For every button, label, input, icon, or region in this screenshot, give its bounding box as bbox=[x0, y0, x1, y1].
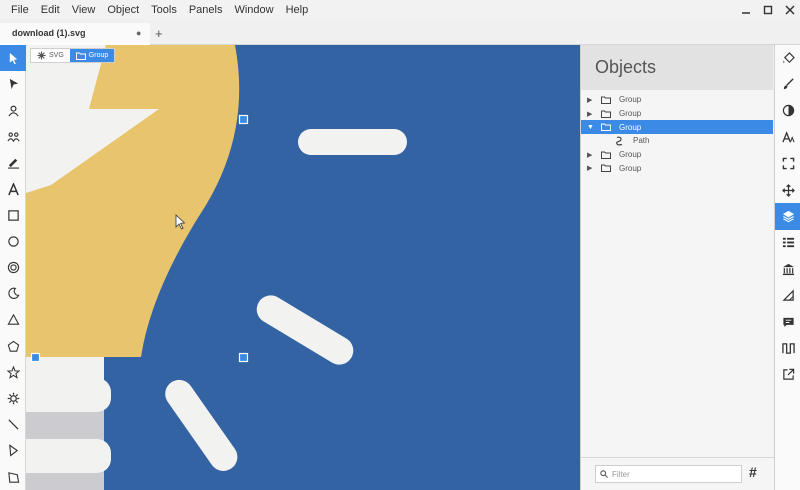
svg-root-icon bbox=[37, 51, 46, 60]
menu-help[interactable]: Help bbox=[280, 0, 315, 20]
hash-button[interactable]: # bbox=[749, 464, 757, 480]
tree-item-group-selected[interactable]: ▼ Group bbox=[581, 120, 773, 135]
node-tool-icon[interactable] bbox=[0, 71, 26, 97]
fill-icon[interactable] bbox=[775, 45, 800, 71]
search-icon bbox=[600, 470, 608, 478]
menu-file[interactable]: File bbox=[0, 0, 35, 20]
objects-panel: Objects ▶ Group ▶ Group ▼ Group Path ▶ G… bbox=[580, 45, 774, 490]
add-tab-button[interactable]: + bbox=[155, 26, 163, 41]
move-icon[interactable] bbox=[775, 177, 800, 203]
panel-header: Objects bbox=[581, 45, 773, 90]
right-toolbar bbox=[774, 45, 800, 490]
menu-tools[interactable]: Tools bbox=[145, 0, 183, 20]
tree-item-label: Path bbox=[633, 136, 650, 146]
tree-item-group[interactable]: ▶ Group bbox=[581, 107, 773, 121]
white-pill-shape[interactable] bbox=[26, 439, 111, 473]
menu-panels[interactable]: Panels bbox=[183, 0, 229, 20]
white-pill-shape[interactable] bbox=[298, 129, 407, 155]
menu-window[interactable]: Window bbox=[228, 0, 279, 20]
star-tool-icon[interactable] bbox=[0, 359, 26, 385]
layers-icon[interactable] bbox=[775, 203, 800, 230]
drawing-canvas[interactable] bbox=[26, 45, 580, 490]
expand-arrow-icon[interactable]: ▶ bbox=[587, 96, 595, 104]
library-icon[interactable] bbox=[775, 256, 800, 282]
filter-input[interactable]: Filter bbox=[595, 465, 742, 483]
left-toolbar bbox=[0, 45, 26, 490]
fullscreen-icon[interactable] bbox=[775, 151, 800, 177]
tree-item-label: Group bbox=[619, 150, 642, 160]
expand-arrow-icon[interactable]: ▶ bbox=[587, 164, 595, 172]
folder-icon bbox=[601, 164, 613, 173]
user-tool-icon[interactable] bbox=[0, 97, 26, 123]
white-pill-shape[interactable] bbox=[26, 378, 111, 412]
breadcrumb-group-label: Group bbox=[88, 52, 109, 59]
stroke-icon[interactable] bbox=[775, 71, 800, 97]
tree-item-label: Group bbox=[619, 122, 642, 132]
typography-icon[interactable] bbox=[775, 124, 800, 150]
waveform-icon[interactable] bbox=[775, 335, 800, 361]
menu-bar: File Edit View Object Tools Panels Windo… bbox=[0, 0, 800, 20]
tab-bar: download (1).svg ● + bbox=[0, 23, 800, 45]
polygon-tool-icon[interactable] bbox=[0, 464, 26, 490]
maximize-icon[interactable] bbox=[762, 4, 774, 16]
pencil-tool-icon[interactable] bbox=[0, 150, 26, 176]
rectangle-tool-icon[interactable] bbox=[0, 202, 26, 228]
triangle-tool-icon[interactable] bbox=[0, 307, 26, 333]
ring-tool-icon[interactable] bbox=[0, 255, 26, 281]
folder-icon bbox=[601, 123, 613, 132]
comment-icon[interactable] bbox=[775, 309, 800, 335]
triangle-ruler-icon[interactable] bbox=[775, 283, 800, 309]
window-controls bbox=[740, 0, 796, 20]
menu-object[interactable]: Object bbox=[101, 0, 145, 20]
collapse-arrow-icon[interactable]: ▼ bbox=[587, 124, 595, 131]
pentagon-tool-icon[interactable] bbox=[0, 333, 26, 359]
expand-arrow-icon[interactable]: ▶ bbox=[587, 110, 595, 118]
folder-icon bbox=[601, 151, 613, 159]
artwork bbox=[26, 45, 580, 490]
cog-tool-icon[interactable] bbox=[0, 385, 26, 411]
minimize-icon[interactable] bbox=[740, 4, 752, 16]
object-tree: ▶ Group ▶ Group ▼ Group Path ▶ Group ▶ G… bbox=[581, 90, 773, 175]
breadcrumb: SVG Group bbox=[30, 48, 116, 63]
menu-edit[interactable]: Edit bbox=[35, 0, 66, 20]
tree-item-group[interactable]: ▶ Group bbox=[581, 93, 773, 107]
expand-arrow-icon[interactable]: ▶ bbox=[587, 151, 595, 159]
polyline-tool-icon[interactable] bbox=[0, 438, 26, 464]
tab-document[interactable]: download (1).svg ● bbox=[0, 23, 150, 45]
tree-item-group[interactable]: ▶ Group bbox=[581, 148, 773, 162]
users-tool-icon[interactable] bbox=[0, 124, 26, 150]
export-icon[interactable] bbox=[775, 362, 800, 388]
panel-title: Objects bbox=[595, 57, 657, 77]
selection-handle[interactable] bbox=[238, 352, 249, 363]
breadcrumb-group[interactable]: Group bbox=[69, 49, 115, 62]
contrast-icon[interactable] bbox=[775, 98, 800, 124]
filter-placeholder: Filter bbox=[612, 469, 630, 479]
selection-handle[interactable] bbox=[30, 352, 41, 363]
path-icon bbox=[615, 136, 627, 146]
line-tool-icon[interactable] bbox=[0, 412, 26, 438]
circle-tool-icon[interactable] bbox=[0, 228, 26, 254]
tab-document-label: download (1).svg bbox=[12, 28, 86, 38]
tab-modified-icon[interactable]: ● bbox=[136, 28, 146, 38]
text-tool-icon[interactable] bbox=[0, 176, 26, 202]
tree-item-label: Group bbox=[619, 163, 642, 173]
close-icon[interactable] bbox=[784, 4, 796, 16]
breadcrumb-svg[interactable]: SVG bbox=[31, 49, 70, 62]
folder-icon bbox=[601, 110, 613, 118]
menu-view[interactable]: View bbox=[66, 0, 102, 20]
select-tool-icon[interactable] bbox=[0, 45, 26, 72]
tree-item-path[interactable]: Path bbox=[581, 134, 773, 148]
list-icon[interactable] bbox=[775, 230, 800, 256]
selection-handle[interactable] bbox=[238, 114, 249, 125]
filter-bar: Filter # bbox=[581, 457, 774, 490]
tree-item-label: Group bbox=[619, 95, 642, 105]
breadcrumb-svg-label: SVG bbox=[49, 52, 64, 59]
folder-icon bbox=[601, 96, 613, 104]
crescent-tool-icon[interactable] bbox=[0, 281, 26, 307]
tree-item-label: Group bbox=[619, 109, 642, 119]
folder-icon bbox=[75, 52, 86, 60]
tree-item-group[interactable]: ▶ Group bbox=[581, 161, 773, 175]
